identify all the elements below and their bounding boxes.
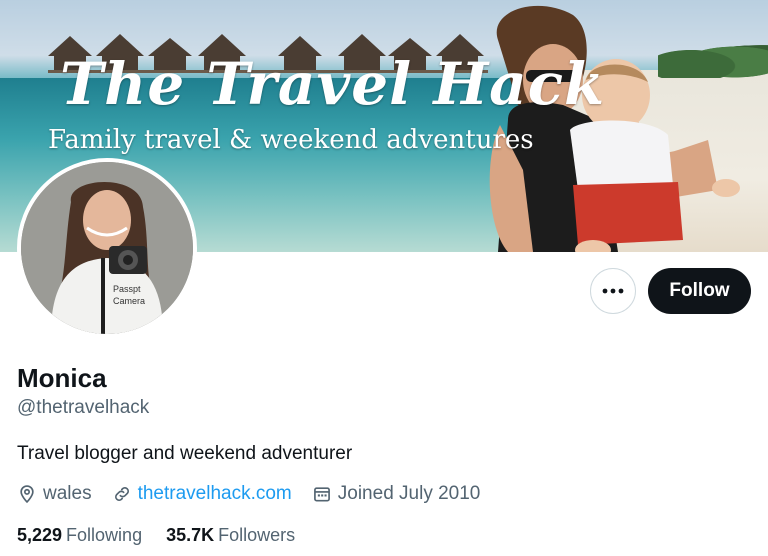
- website-link[interactable]: thetravelhack.com: [138, 483, 292, 505]
- profile-bio: Travel blogger and weekend adventurer: [17, 443, 353, 464]
- followers-count: 35.7K: [166, 525, 215, 545]
- follow-button[interactable]: Follow: [648, 268, 751, 314]
- following-label: Following: [66, 525, 143, 545]
- location-item: wales: [17, 483, 92, 505]
- calendar-icon: [313, 487, 330, 502]
- banner-subtitle: Family travel & weekend adventures: [48, 125, 534, 155]
- svg-text:Passpt: Passpt: [113, 284, 141, 294]
- profile-name: Monica: [17, 363, 107, 393]
- following-count: 5,229: [17, 525, 63, 545]
- followers-stat[interactable]: 35.7K Followers: [166, 525, 295, 546]
- link-icon: [114, 487, 129, 501]
- svg-text:Camera: Camera: [113, 296, 145, 306]
- joined-item: Joined July 2010: [312, 483, 481, 505]
- location-pin-icon: [20, 485, 34, 504]
- website-item[interactable]: thetravelhack.com: [112, 483, 292, 505]
- more-options-button[interactable]: [590, 268, 636, 314]
- profile-stats: 5,229 Following 35.7K Followers: [17, 525, 319, 546]
- following-stat[interactable]: 5,229 Following: [17, 525, 142, 546]
- avatar[interactable]: Passpt Camera: [17, 158, 197, 338]
- banner-title: The Travel Hack: [60, 50, 606, 118]
- followers-label: Followers: [218, 525, 296, 545]
- location-text: wales: [43, 483, 92, 504]
- joined-text: Joined July 2010: [337, 483, 481, 504]
- avatar-photo: Passpt Camera: [21, 162, 193, 334]
- profile-meta: wales thetravelhack.com Joined July 2010: [17, 483, 500, 505]
- more-horizontal-icon: [602, 288, 624, 294]
- profile-handle: @thetravelhack: [17, 397, 150, 418]
